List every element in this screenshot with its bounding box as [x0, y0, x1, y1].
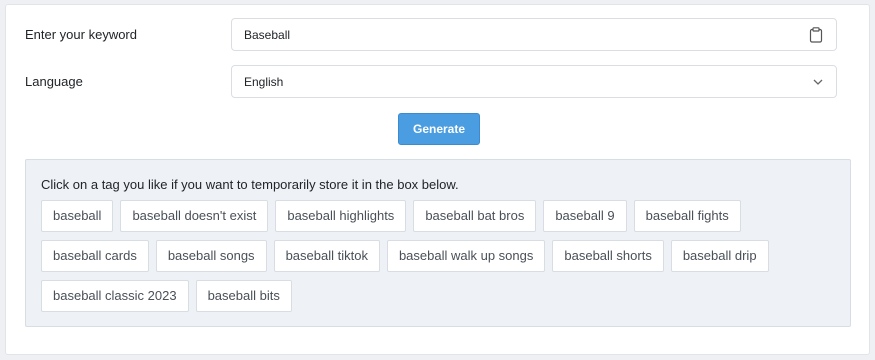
language-select-value: English	[244, 75, 284, 89]
tag-item[interactable]: baseball tiktok	[273, 240, 380, 272]
tag-item[interactable]: baseball doesn't exist	[120, 200, 269, 232]
tag-list: baseball baseball doesn't exist baseball…	[41, 200, 841, 312]
tag-generator-card: Enter your keyword Baseball Language Eng…	[5, 4, 870, 355]
tag-item[interactable]: baseball highlights	[275, 200, 407, 232]
tags-panel: Click on a tag you like if you want to t…	[25, 159, 851, 327]
chevron-down-icon	[813, 79, 823, 85]
tag-item[interactable]: baseball drip	[670, 240, 769, 272]
keyword-row: Enter your keyword Baseball	[6, 18, 869, 52]
keyword-input[interactable]: Baseball	[231, 18, 837, 51]
tag-item[interactable]: baseball bat bros	[413, 200, 537, 232]
keyword-input-value: Baseball	[244, 28, 291, 42]
tag-item[interactable]: baseball walk up songs	[386, 240, 546, 272]
language-label: Language	[25, 74, 83, 89]
generate-button[interactable]: Generate	[398, 113, 480, 145]
language-row: Language English	[6, 65, 869, 99]
tag-item[interactable]: baseball cards	[41, 240, 149, 272]
tag-item[interactable]: baseball shorts	[552, 240, 664, 272]
tag-item[interactable]: baseball fights	[633, 200, 741, 232]
keyword-label: Enter your keyword	[25, 27, 137, 42]
tag-item[interactable]: baseball	[41, 200, 114, 232]
language-select[interactable]: English	[231, 65, 837, 98]
tag-item[interactable]: baseball 9	[543, 200, 627, 232]
tag-item[interactable]: baseball classic 2023	[41, 280, 189, 312]
tag-item[interactable]: baseball bits	[195, 280, 292, 312]
clipboard-icon[interactable]	[809, 27, 823, 43]
tags-instructions: Click on a tag you like if you want to t…	[41, 177, 459, 192]
tag-item[interactable]: baseball songs	[155, 240, 267, 272]
